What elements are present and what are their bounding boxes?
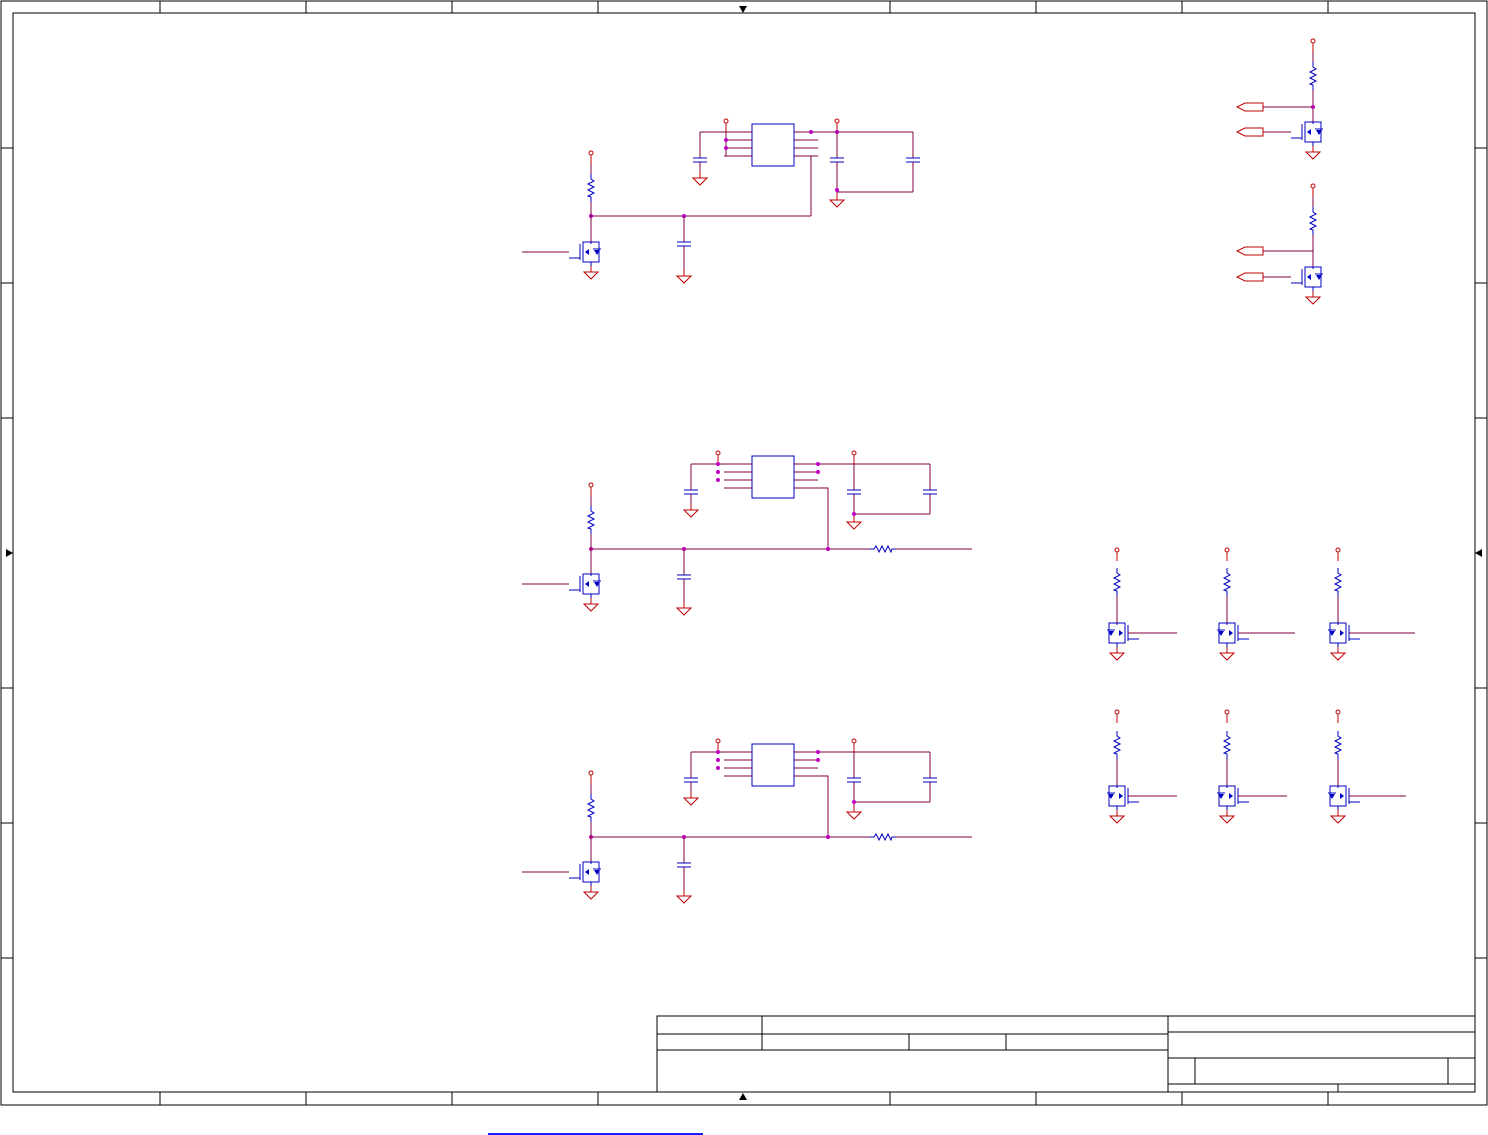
port-arrow-icon <box>1236 272 1264 282</box>
ground-icon <box>683 503 699 518</box>
resistor-icon <box>1334 567 1342 597</box>
capacitor-icon <box>683 479 699 505</box>
power-port-icon <box>1310 183 1316 198</box>
mosfet-icon <box>1106 622 1140 648</box>
zone-ticks-bottom <box>159 1092 1329 1105</box>
resistor-icon <box>587 793 595 823</box>
capacitor-icon <box>829 147 845 173</box>
port-arrow-icon <box>1236 127 1264 137</box>
mosfet-icon <box>568 573 602 599</box>
resistor-icon <box>587 173 595 203</box>
mosfet-icon <box>1327 785 1361 811</box>
ground-icon <box>692 171 708 186</box>
mosfet-icon <box>1216 785 1250 811</box>
resistor-icon <box>1223 730 1231 760</box>
ground-icon <box>1305 145 1321 160</box>
capacitor-icon <box>676 231 692 257</box>
power-port-icon <box>588 150 594 165</box>
mosfet-icon <box>568 861 602 887</box>
circuit-block-a <box>522 118 921 284</box>
drawing-frame <box>0 0 1488 1106</box>
ground-icon <box>676 889 692 904</box>
resistor-icon <box>1309 61 1317 91</box>
ground-icon <box>676 269 692 284</box>
capacitor-icon <box>905 147 921 173</box>
ground-icon <box>676 601 692 616</box>
ground-icon <box>1305 290 1321 305</box>
mosfet-icon <box>1327 622 1361 648</box>
ground-icon <box>583 265 599 280</box>
capacitor-icon <box>922 767 938 793</box>
power-port-icon <box>723 118 729 133</box>
power-port-icon <box>851 738 857 753</box>
capacitor-icon <box>846 767 862 793</box>
ground-icon <box>683 791 699 806</box>
ground-icon <box>846 515 862 530</box>
resistor-icon <box>1223 567 1231 597</box>
port-arrow-icon <box>1236 246 1264 256</box>
switch-block-top-right <box>1236 38 1324 305</box>
power-port-icon <box>1310 38 1316 53</box>
capacitor-icon <box>683 767 699 793</box>
mosfet-icon <box>1290 266 1324 292</box>
resistor-icon <box>1309 206 1317 236</box>
capacitor-icon <box>676 564 692 590</box>
resistor-icon <box>587 505 595 535</box>
resistor-icon <box>1113 730 1121 760</box>
port-arrow-icon <box>1236 102 1264 112</box>
mosfet-icon <box>1106 785 1140 811</box>
resistor-icon <box>1334 730 1342 760</box>
title-block <box>656 1015 1476 1093</box>
power-port-icon <box>588 482 594 497</box>
ground-icon <box>583 885 599 900</box>
ground-icon <box>846 805 862 820</box>
mosfet-icon <box>568 241 602 267</box>
ground-icon <box>583 597 599 612</box>
ground-icon <box>829 193 845 208</box>
capacitor-icon <box>922 479 938 505</box>
capacitor-icon <box>676 852 692 878</box>
ic-chip-icon <box>723 455 819 499</box>
capacitor-icon <box>692 147 708 173</box>
schematic-sheet <box>0 0 1488 1106</box>
resistor-icon <box>869 833 897 841</box>
zone-ticks-left <box>1 147 13 959</box>
resistor-icon <box>1113 567 1121 597</box>
switch-array-right <box>1106 547 1415 824</box>
zone-ticks-top <box>159 1 1329 13</box>
power-port-icon <box>851 450 857 465</box>
ic-chip-icon <box>723 743 819 787</box>
capacitor-icon <box>846 479 862 505</box>
circuit-block-c <box>522 738 972 904</box>
mosfet-icon <box>1290 121 1324 147</box>
mosfet-icon <box>1216 622 1250 648</box>
zone-ticks-right <box>1475 147 1487 959</box>
circuit-block-b <box>522 450 972 616</box>
resistor-icon <box>869 545 897 553</box>
power-port-icon <box>588 770 594 785</box>
ic-chip-icon <box>723 123 819 167</box>
